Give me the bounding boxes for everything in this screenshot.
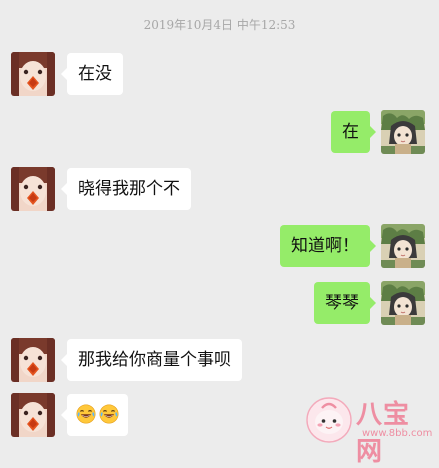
message-row: 知道啊！	[0, 224, 439, 272]
received-emoji-bubble[interactable]	[61, 394, 128, 436]
received-message-bubble[interactable]: 那我给你商量个事呗	[61, 339, 242, 381]
sent-message-bubble[interactable]: 在	[331, 111, 376, 153]
message-row: 琴琴	[0, 281, 439, 329]
self-avatar[interactable]	[381, 110, 425, 154]
received-message-bubble[interactable]: 晓得我那个不	[61, 168, 191, 210]
contact-avatar[interactable]	[11, 52, 55, 96]
message-row: 在	[0, 110, 439, 158]
watermark-url: www.8bb.com	[362, 428, 433, 439]
message-row: 在没	[0, 52, 439, 100]
contact-avatar[interactable]	[11, 338, 55, 382]
contact-avatar[interactable]	[11, 167, 55, 211]
contact-avatar[interactable]	[11, 393, 55, 437]
message-row: 那我给你商量个事呗	[0, 338, 439, 386]
message-row: 晓得我那个不	[0, 167, 439, 215]
self-avatar[interactable]	[381, 224, 425, 268]
watermark-logo-icon	[306, 397, 352, 443]
laugh-crying-emoji-icon	[99, 404, 119, 424]
laugh-crying-emoji-icon	[76, 404, 96, 424]
sent-message-bubble[interactable]: 琴琴	[314, 282, 376, 324]
self-avatar[interactable]	[381, 281, 425, 325]
sent-message-bubble[interactable]: 知道啊！	[280, 225, 376, 267]
received-message-bubble[interactable]: 在没	[61, 53, 123, 95]
watermark: 八宝网 www.8bb.com	[302, 393, 434, 467]
chat-timestamp: 2019年10月4日 中午12:53	[143, 18, 296, 32]
